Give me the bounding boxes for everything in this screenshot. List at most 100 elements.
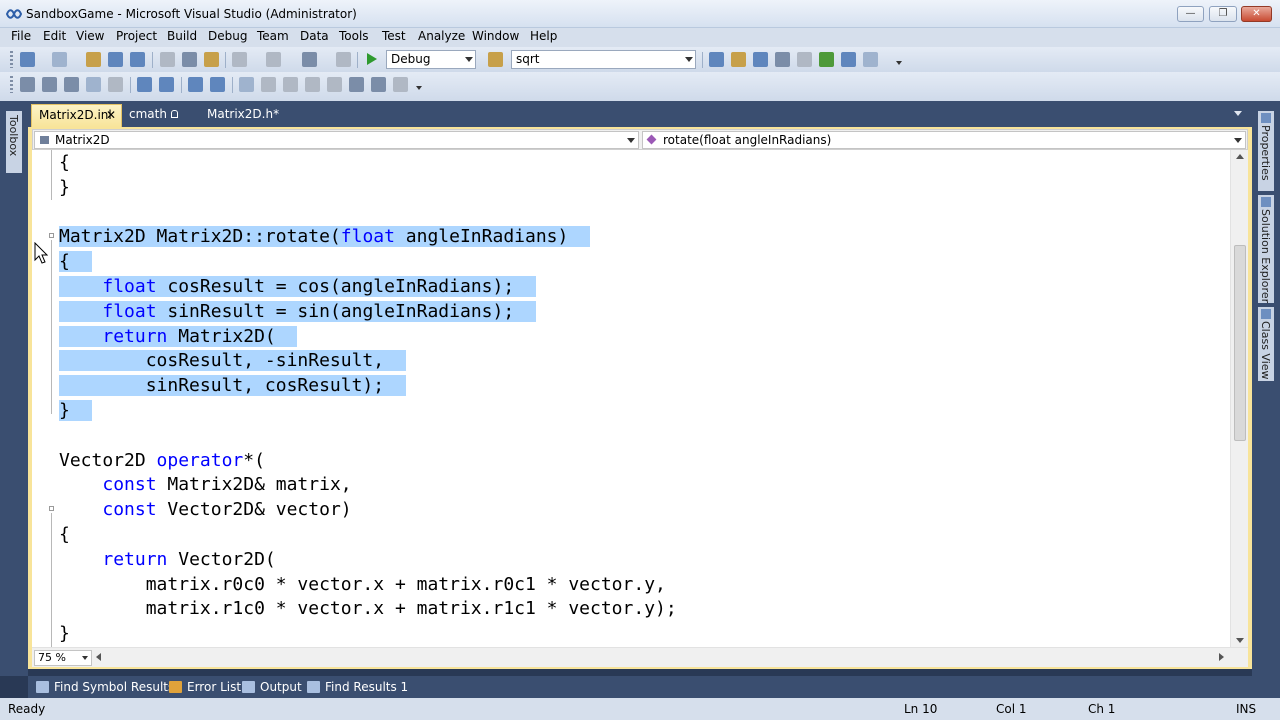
toolbox-tab[interactable]: Toolbox (6, 111, 22, 173)
solution-explorer-icon[interactable] (709, 52, 724, 67)
code-line: matrix.r0c0 * vector.x + matrix.r0c1 * v… (59, 572, 666, 597)
toolbox-icon[interactable] (775, 52, 790, 67)
redo-icon[interactable] (266, 52, 281, 67)
code-token: { (59, 152, 70, 173)
properties-tab[interactable]: Properties (1258, 111, 1274, 191)
new-project-icon[interactable] (20, 52, 35, 67)
start-debugging-icon[interactable] (367, 53, 377, 65)
tab-matrix2d-h[interactable]: Matrix2D.h* (200, 104, 280, 127)
tab-output[interactable]: Output (238, 678, 302, 697)
copy-icon[interactable] (182, 52, 197, 67)
tab-label: cmath (129, 107, 167, 121)
add-item-icon[interactable] (52, 52, 67, 67)
status-line: Ln 10 (904, 702, 938, 716)
collapse-region-icon[interactable] (49, 506, 54, 511)
next-bookmark-icon[interactable] (283, 77, 298, 92)
tab-matrix2d-inl[interactable]: Matrix2D.inl ✕ (31, 104, 122, 127)
keyword: const (102, 499, 157, 521)
vertical-scrollbar[interactable] (1230, 150, 1248, 647)
window-title: SandboxGame - Microsoft Visual Studio (A… (26, 7, 357, 21)
code-text: } (59, 177, 70, 198)
menu-project[interactable]: Project (116, 29, 157, 43)
outdent-icon[interactable] (137, 77, 152, 92)
close-window-button[interactable]: ✕ (1241, 6, 1272, 22)
paste-icon[interactable] (204, 52, 219, 67)
menu-tools[interactable]: Tools (339, 29, 369, 43)
menu-data[interactable]: Data (300, 29, 329, 43)
other-windows-icon[interactable] (863, 52, 878, 67)
tab-find-symbol-results[interactable]: Find Symbol Results (32, 678, 174, 697)
properties-icon[interactable] (731, 52, 746, 67)
decrease-indent-icon[interactable] (108, 77, 123, 92)
undo-icon[interactable] (232, 52, 247, 67)
maximize-button[interactable]: ❐ (1209, 6, 1237, 22)
class-view-tab[interactable]: Class View (1258, 307, 1274, 381)
find-combo[interactable]: sqrt (511, 50, 696, 69)
menu-help[interactable]: Help (530, 29, 557, 43)
scroll-down-icon[interactable] (1236, 638, 1244, 643)
command-window-icon[interactable] (841, 52, 856, 67)
word-completion-icon[interactable] (86, 77, 101, 92)
zoom-select[interactable]: 75 % (34, 650, 92, 666)
save-all-icon[interactable] (130, 52, 145, 67)
member-select[interactable]: rotate(float angleInRadians) (642, 131, 1246, 149)
previous-bookmark-folder-icon[interactable] (305, 77, 320, 92)
next-bookmark-folder-icon[interactable] (327, 77, 342, 92)
scrollbar-thumb[interactable] (1234, 245, 1246, 441)
solution-configuration-select[interactable]: Debug (386, 50, 476, 69)
method-icon (646, 134, 657, 145)
navigate-forward-icon[interactable] (336, 52, 351, 67)
tab-label: Output (260, 680, 302, 694)
tab-cmath[interactable]: cmath (122, 104, 184, 127)
scroll-up-icon[interactable] (1236, 154, 1244, 159)
navigate-backward-icon[interactable] (302, 52, 317, 67)
menu-edit[interactable]: Edit (43, 29, 66, 43)
previous-bookmark-icon[interactable] (261, 77, 276, 92)
next-bookmark-document-icon[interactable] (371, 77, 386, 92)
menu-build[interactable]: Build (167, 29, 197, 43)
collapse-region-icon[interactable] (49, 233, 54, 238)
scroll-right-icon[interactable] (1219, 653, 1224, 661)
status-char: Ch 1 (1088, 702, 1116, 716)
save-icon[interactable] (108, 52, 123, 67)
code-line: const Vector2D& vector) (59, 497, 351, 522)
status-bar: Ready Ln 10 Col 1 Ch 1 INS (0, 698, 1280, 720)
toolbar-grip[interactable] (10, 51, 13, 68)
close-tab-icon[interactable]: ✕ (106, 105, 116, 126)
toggle-bookmark-icon[interactable] (239, 77, 254, 92)
cut-icon[interactable] (160, 52, 175, 67)
toolbar-grip[interactable] (10, 76, 13, 93)
display-object-member-list-icon[interactable] (20, 77, 35, 92)
tab-find-results-1[interactable]: Find Results 1 (303, 678, 408, 697)
menu-file[interactable]: File (11, 29, 31, 43)
scroll-left-icon[interactable] (96, 653, 101, 661)
menu-team[interactable]: Team (257, 29, 289, 43)
code-editor[interactable]: {}Matrix2D Matrix2D::rotate(float angleI… (32, 150, 1230, 647)
menu-debug[interactable]: Debug (208, 29, 247, 43)
menu-analyze[interactable]: Analyze (418, 29, 465, 43)
active-files-dropdown-icon[interactable] (1234, 111, 1242, 116)
quick-info-icon[interactable] (64, 77, 79, 92)
tab-error-list[interactable]: Error List (165, 678, 241, 697)
toolbar-separator (232, 77, 233, 93)
toolbar-overflow-icon[interactable] (416, 86, 422, 90)
find-in-files-icon[interactable] (488, 52, 503, 67)
extension-manager-icon[interactable] (797, 52, 812, 67)
minimize-button[interactable]: — (1177, 6, 1204, 22)
toolbar-overflow-icon[interactable] (896, 61, 902, 65)
parameter-info-icon[interactable] (42, 77, 57, 92)
clear-bookmarks-icon[interactable] (393, 77, 408, 92)
comment-out-icon[interactable] (188, 77, 203, 92)
menu-test[interactable]: Test (382, 29, 406, 43)
indent-icon[interactable] (159, 77, 174, 92)
open-file-icon[interactable] (86, 52, 101, 67)
solution-explorer-tab[interactable]: Solution Explorer (1258, 195, 1274, 303)
code-line: Matrix2D Matrix2D::rotate(float angleInR… (59, 224, 591, 249)
menu-window[interactable]: Window (472, 29, 519, 43)
object-browser-icon[interactable] (753, 52, 768, 67)
menu-view[interactable]: View (76, 29, 104, 43)
uncomment-icon[interactable] (210, 77, 225, 92)
previous-bookmark-document-icon[interactable] (349, 77, 364, 92)
start-page-icon[interactable] (819, 52, 834, 67)
scope-select[interactable]: Matrix2D (34, 131, 639, 149)
